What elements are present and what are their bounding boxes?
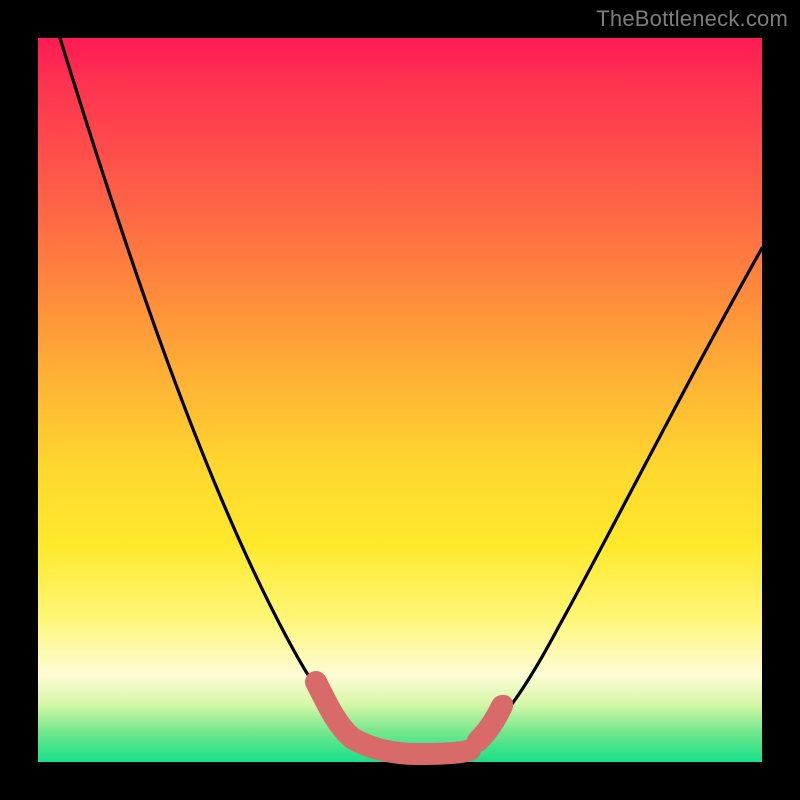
marker-blob	[308, 674, 328, 694]
bottleneck-curve	[60, 38, 762, 752]
watermark-text: TheBottleneck.com	[596, 6, 788, 32]
marker-blob	[481, 719, 499, 737]
plot-area	[38, 38, 762, 762]
chart-frame: TheBottleneck.com	[0, 0, 800, 800]
highlighted-segment	[316, 682, 502, 754]
marker-blob	[495, 695, 513, 713]
marker-blob	[321, 701, 339, 719]
bottleneck-curve-svg	[38, 38, 762, 762]
